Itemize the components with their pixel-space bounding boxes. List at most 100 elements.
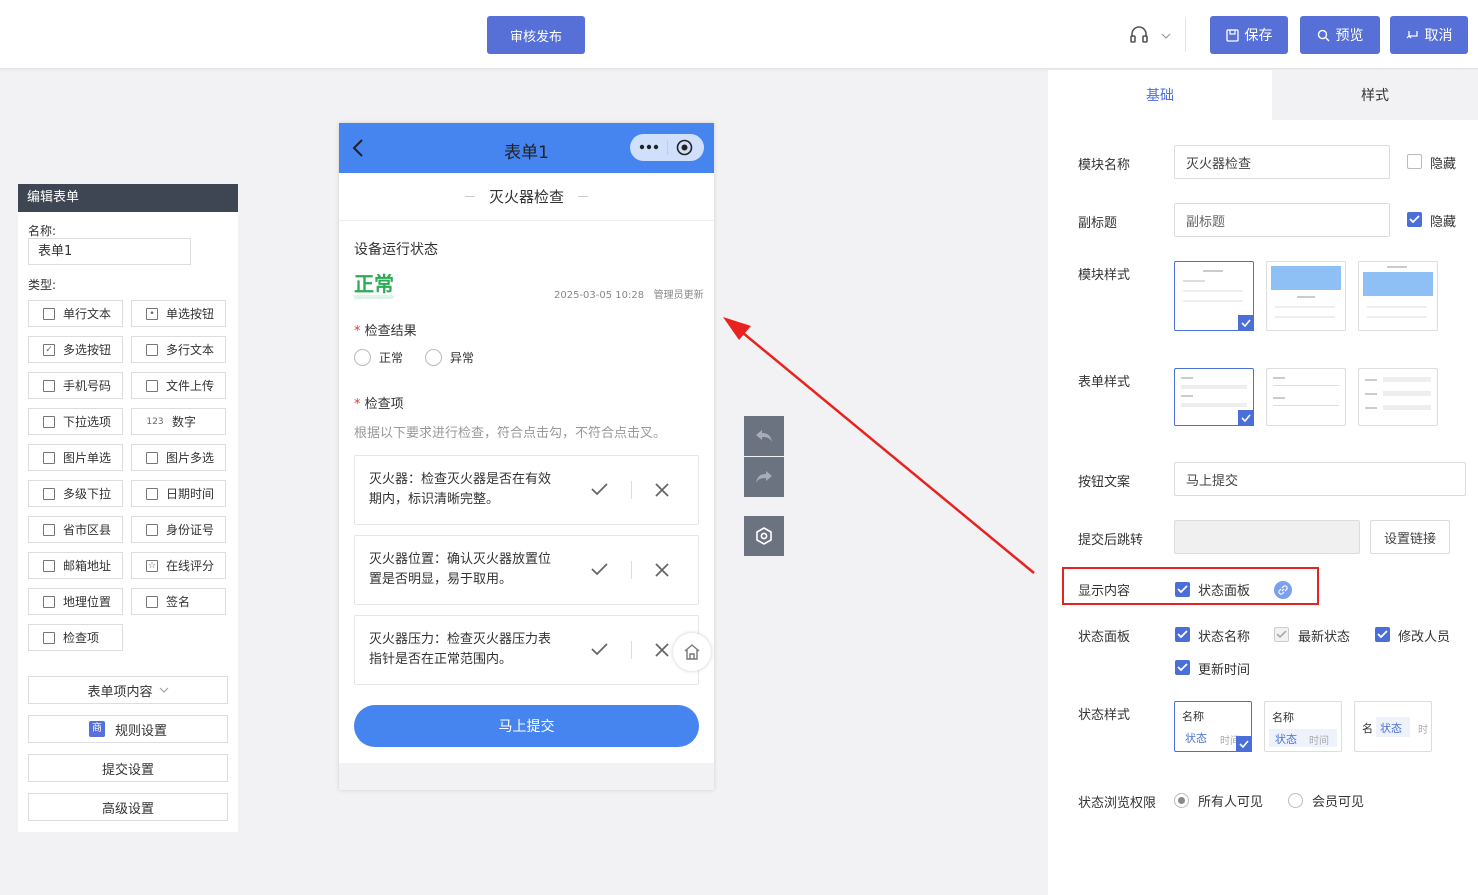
module-style-option-1[interactable] <box>1174 261 1254 331</box>
panel-option-status-name[interactable] <box>1175 627 1190 642</box>
tab-basic[interactable]: 基础 <box>1048 70 1272 120</box>
headset-icon[interactable] <box>1128 24 1150 46</box>
field-type-calendar[interactable]: 日期时间 <box>131 480 226 507</box>
signature-icon <box>146 595 158 608</box>
status-style-option-3[interactable]: 名 状态 时 <box>1354 701 1432 752</box>
form-style-option-1[interactable] <box>1174 368 1254 426</box>
card-divider <box>631 481 632 499</box>
status-style-option-1[interactable]: 名称 状态 时间 <box>1174 701 1252 752</box>
panel-option-latest-status <box>1274 627 1289 642</box>
status-panel-option-label: 状态面板 <box>1198 584 1251 599</box>
check-icon[interactable] <box>591 643 608 656</box>
field-type-idcard[interactable]: 身份证号 <box>131 516 226 543</box>
status-panel-checkbox[interactable] <box>1175 582 1190 597</box>
status-heading: 设备运行状态 <box>354 242 438 258</box>
field-type-upload[interactable]: 文件上传 <box>131 372 226 399</box>
field-type-phone[interactable]: 手机号码 <box>28 372 123 399</box>
check-item-card: 灭火器：检查灭火器是否在有效期内，标识清晰完整。 <box>354 455 699 525</box>
field-type-location[interactable]: 地理位置 <box>28 588 123 615</box>
module-title-row: 灭火器检查 <box>339 173 714 221</box>
permission-option-members[interactable]: 会员可见 <box>1288 791 1364 810</box>
status-style-option-2[interactable]: 名称 状态 时间 <box>1264 701 1342 752</box>
home-icon <box>684 644 700 660</box>
result-option-normal[interactable]: 正常 <box>354 349 403 366</box>
field-type-text-multi[interactable]: 多行文本 <box>131 336 226 363</box>
idcard-icon <box>146 523 158 536</box>
type-label: 类型: <box>28 278 57 292</box>
hide-subtitle-checkbox[interactable] <box>1407 212 1422 227</box>
field-type-region[interactable]: 省市区县 <box>28 516 123 543</box>
card-divider <box>631 561 632 579</box>
submit-settings-button[interactable]: 提交设置 <box>28 754 228 782</box>
radio-icon <box>354 349 371 366</box>
panel-option-label: 状态名称 <box>1198 630 1251 645</box>
module-style-option-2[interactable] <box>1266 261 1346 331</box>
capsule-menu[interactable] <box>630 134 704 161</box>
location-icon <box>43 595 55 608</box>
status-time: 2025-03-05 10:28 管理员更新 <box>554 290 704 301</box>
link-icon[interactable] <box>1274 581 1292 599</box>
title-dash-left <box>464 196 475 197</box>
chevron-down-icon[interactable] <box>1161 30 1171 40</box>
radio-icon <box>1288 793 1303 808</box>
save-button[interactable]: 保存 <box>1210 16 1288 54</box>
module-name-input[interactable]: 灭火器检查 <box>1174 145 1390 179</box>
form-style-option-3[interactable] <box>1358 368 1438 426</box>
cross-icon[interactable] <box>655 643 669 657</box>
required-asterisk: * <box>354 324 361 339</box>
publish-button[interactable]: 审核发布 <box>487 16 585 54</box>
hide-module-checkbox[interactable] <box>1407 154 1422 169</box>
field-type-signature[interactable]: 签名 <box>131 588 226 615</box>
field-type-radio[interactable]: • 单选按钮 <box>131 300 226 327</box>
permission-label: 状态浏览权限 <box>1078 796 1157 811</box>
toolbar-divider <box>1185 18 1186 52</box>
set-link-button[interactable]: 设置链接 <box>1370 520 1450 554</box>
selected-check-icon <box>1238 315 1254 331</box>
panel-option-update-time[interactable] <box>1175 660 1190 675</box>
field-type-checklist[interactable]: 检查项 <box>28 624 123 651</box>
preview-button[interactable]: 预览 <box>1300 16 1380 54</box>
field-type-mail[interactable]: 邮箱地址 <box>28 552 123 579</box>
panel-option-modifier[interactable] <box>1375 627 1390 642</box>
phone-nav-bar: 表单1 <box>339 123 714 173</box>
properties-panel: 基础 样式 模块名称 灭火器检查 隐藏 副标题 副标题 隐藏 模块样式 表单样式 <box>1048 70 1478 895</box>
check-icon[interactable] <box>591 483 608 496</box>
result-option-abnormal[interactable]: 异常 <box>425 349 474 366</box>
submit-button[interactable]: 马上提交 <box>354 705 699 747</box>
status-underline <box>354 295 394 299</box>
field-type-text-line[interactable]: 单行文本 <box>28 300 123 327</box>
module-style-option-3[interactable] <box>1358 261 1438 331</box>
return-icon <box>1406 30 1418 38</box>
cross-icon[interactable] <box>655 483 669 497</box>
field-type-cascade[interactable]: 多级下拉 <box>28 480 123 507</box>
tab-style[interactable]: 样式 <box>1272 70 1478 120</box>
check-icon[interactable] <box>591 563 608 576</box>
close-target-icon[interactable] <box>676 139 693 156</box>
field-type-dropdown[interactable]: 下拉选项 <box>28 408 123 435</box>
selected-check-icon <box>1236 736 1252 752</box>
advanced-settings-button[interactable]: 高级设置 <box>28 793 228 821</box>
subtitle-label: 副标题 <box>1078 216 1118 231</box>
form-style-option-2[interactable] <box>1266 368 1346 426</box>
image-multi-icon <box>146 451 158 464</box>
rules-button[interactable]: 商 规则设置 <box>28 715 228 743</box>
cancel-button[interactable]: 取消 <box>1390 16 1468 54</box>
field-type-image-multi[interactable]: 图片多选 <box>131 444 226 471</box>
home-float-button[interactable] <box>673 633 711 671</box>
field-type-number[interactable]: 123 数字 <box>131 408 226 435</box>
form-content-dropdown[interactable]: 表单项内容 <box>28 676 228 704</box>
subtitle-input[interactable]: 副标题 <box>1174 203 1390 237</box>
panel-header: 编辑表单 <box>18 184 238 212</box>
field-type-star[interactable]: ☆ 在线评分 <box>131 552 226 579</box>
form-name-input[interactable]: 表单1 <box>28 238 191 265</box>
permission-option-all[interactable]: 所有人可见 <box>1174 791 1263 810</box>
redirect-input <box>1174 520 1360 554</box>
button-text-label: 按钮文案 <box>1078 475 1131 490</box>
button-text-input[interactable]: 马上提交 <box>1174 462 1466 496</box>
hide-label: 隐藏 <box>1430 215 1457 230</box>
more-dots-icon[interactable] <box>639 144 659 150</box>
field-type-checkbox[interactable]: ✓ 多选按钮 <box>28 336 123 363</box>
cross-icon[interactable] <box>655 563 669 577</box>
field-type-image-single[interactable]: 图片单选 <box>28 444 123 471</box>
panel-option-label: 更新时间 <box>1198 663 1251 678</box>
